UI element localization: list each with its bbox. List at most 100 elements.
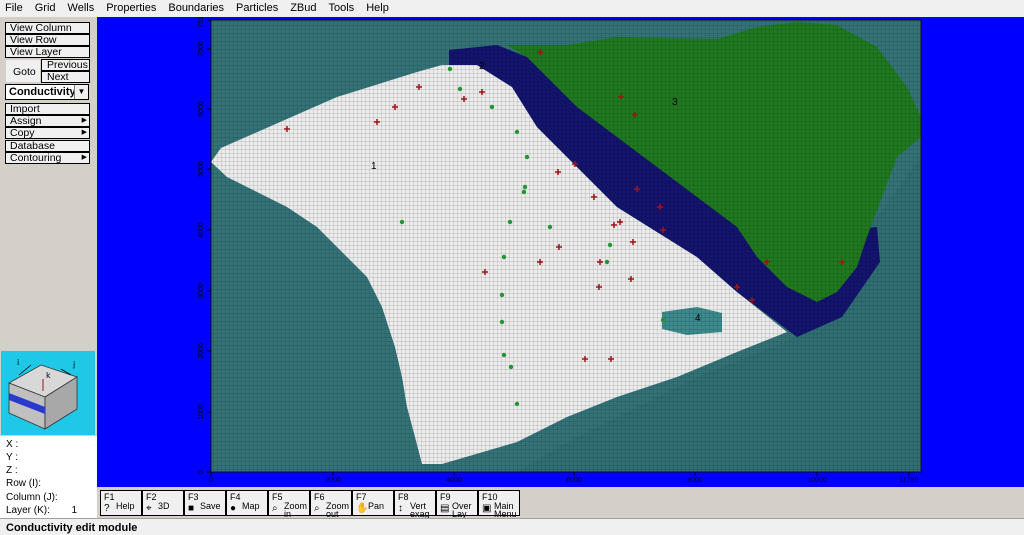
vert-exag-icon: ↕ xyxy=(398,503,403,514)
x-axis-tick-label: 8000 xyxy=(687,477,703,484)
menu-help[interactable]: Help xyxy=(360,0,395,17)
x-axis-tick-label: 6000 xyxy=(566,477,582,484)
fkey-number: F8 xyxy=(398,492,409,502)
database-button[interactable]: Database xyxy=(5,140,90,152)
view-layer-button[interactable]: View Layer xyxy=(5,46,90,58)
menu-properties[interactable]: Properties xyxy=(100,0,162,17)
layer-value: 1 xyxy=(71,505,77,516)
well-marker-green xyxy=(501,254,507,260)
well-marker-green xyxy=(508,364,514,370)
fkey-f3-button[interactable]: F3 ■ Save xyxy=(184,490,226,516)
well-marker-green xyxy=(501,352,507,358)
x-axis-tick-label: 2000 xyxy=(325,477,341,484)
view-row-button[interactable]: View Row xyxy=(5,34,90,46)
main-menu-icon: ▣ xyxy=(482,503,492,514)
well-marker-green xyxy=(607,242,613,248)
well-marker-green xyxy=(499,319,505,325)
fkey-f5-button[interactable]: F5 ⌕ Zoom in xyxy=(268,490,310,519)
fkey-number: F7 xyxy=(356,492,367,502)
orientation-cube[interactable]: i j k xyxy=(1,351,95,435)
well-marker-green xyxy=(514,129,520,135)
fkey-label: Save xyxy=(200,501,221,511)
module-select-value: Conductivity xyxy=(9,86,76,98)
layer-label: Layer (K): xyxy=(6,505,50,516)
layer-row: Layer (K): 1 xyxy=(6,505,94,516)
y-axis-tick-label: 3000 xyxy=(198,283,205,299)
y-axis-tick-label: 6000 xyxy=(198,101,205,117)
fkey-number: F3 xyxy=(188,492,199,502)
contouring-menu-button[interactable]: Contouring ▶ xyxy=(5,152,90,164)
module-select[interactable]: Conductivity ▼ xyxy=(5,84,89,100)
fkey-f7-button[interactable]: F7 ✋ Pan xyxy=(352,490,394,516)
fkey-f2-button[interactable]: F2 ⌖ 3D xyxy=(142,490,184,516)
well-marker-green xyxy=(507,219,513,225)
cube-axis-k: k xyxy=(46,371,51,380)
well-marker-green xyxy=(499,292,505,298)
x-axis-tick-label: 11785 xyxy=(900,477,919,484)
model-grid-canvas[interactable]: 0 1000 2000 3000 4000 5000 6000 7000 7510 0 2000 40… xyxy=(97,12,1024,487)
fkey-number: F6 xyxy=(314,492,325,502)
menu-wells[interactable]: Wells xyxy=(62,0,101,17)
fkey-f9-button[interactable]: F9 ▤ Over Lay xyxy=(436,490,478,519)
help-icon: ? xyxy=(104,503,110,514)
well-marker-green xyxy=(447,66,453,72)
well-marker-green xyxy=(489,104,495,110)
3d-icon: ⌖ xyxy=(146,503,152,514)
import-button[interactable]: Import xyxy=(5,103,90,115)
well-marker-green xyxy=(547,224,553,230)
menu-grid[interactable]: Grid xyxy=(29,0,62,17)
cube-axis-i: i xyxy=(17,358,19,367)
chevron-right-icon: ▶ xyxy=(81,129,87,136)
row-label: Row (I): xyxy=(6,478,41,489)
zone-label-3: 3 xyxy=(672,97,678,108)
status-text: Conductivity edit module xyxy=(6,522,138,534)
goto-button[interactable]: Goto xyxy=(5,59,41,83)
y-axis-tick-label: 1000 xyxy=(198,404,205,420)
well-marker-green xyxy=(521,189,527,195)
contouring-label: Contouring xyxy=(10,152,62,164)
copy-label: Copy xyxy=(10,127,35,139)
fkey-f6-button[interactable]: F6 ⌕ Zoom out xyxy=(310,490,352,519)
assign-label: Assign xyxy=(10,115,42,127)
well-marker-green xyxy=(522,184,528,190)
grid-map[interactable]: 0 1000 2000 3000 4000 5000 6000 7000 7510 0 2000 40… xyxy=(97,12,1024,487)
fkey-f8-button[interactable]: F8 ↕ Vert exag xyxy=(394,490,436,519)
save-icon: ■ xyxy=(188,503,195,514)
assign-menu-button[interactable]: Assign ▶ xyxy=(5,115,90,127)
fkey-label: Zoom out xyxy=(326,501,350,519)
x-axis-tick-label: 10000 xyxy=(807,477,827,484)
y-axis-tick-label: 7000 xyxy=(198,41,205,57)
fkey-f10-button[interactable]: F10 ▣ Main Menu xyxy=(478,490,520,519)
menu-particles[interactable]: Particles xyxy=(230,0,284,17)
zoom-in-icon: ⌕ xyxy=(272,503,278,514)
cube-axis-j: j xyxy=(72,360,75,369)
x-coord-label: X : xyxy=(6,439,19,450)
well-marker-green xyxy=(524,154,530,160)
menu-zbud[interactable]: ZBud xyxy=(284,0,322,17)
menu-boundaries[interactable]: Boundaries xyxy=(162,0,230,17)
well-marker-green xyxy=(457,86,463,92)
next-button[interactable]: Next xyxy=(41,71,90,83)
zone-label-4: 4 xyxy=(695,313,701,324)
pan-icon: ✋ xyxy=(356,503,369,514)
fkey-label: Over Lay xyxy=(452,501,472,519)
fkey-label: Map xyxy=(242,501,260,511)
well-marker-green xyxy=(604,259,610,265)
fkey-label: Main Menu xyxy=(494,501,517,519)
chevron-right-icon: ▶ xyxy=(81,117,87,124)
fkey-number: F1 xyxy=(104,492,115,502)
fkey-f4-button[interactable]: F4 ● Map xyxy=(226,490,268,516)
y-axis-tick-label: 2000 xyxy=(198,343,205,359)
y-axis-tick-label: 0 xyxy=(198,470,205,474)
fkey-label: 3D xyxy=(158,501,170,511)
function-key-bar: F1? Help F2 ⌖ 3D F3 ■ Save F4 ● Map F5 ⌕ Zoom in F6 ⌕ Zo… xyxy=(97,487,1024,519)
y-axis-tick-label: 7510 xyxy=(198,17,205,28)
copy-menu-button[interactable]: Copy ▶ xyxy=(5,127,90,139)
view-column-button[interactable]: View Column xyxy=(5,22,90,34)
fkey-f1-button[interactable]: F1? Help xyxy=(100,490,142,516)
previous-button[interactable]: Previous xyxy=(41,59,90,71)
cube-icon: i j k xyxy=(8,358,78,430)
menu-file[interactable]: File xyxy=(0,0,29,17)
chevron-down-icon[interactable]: ▼ xyxy=(74,85,88,99)
menu-tools[interactable]: Tools xyxy=(323,0,361,17)
